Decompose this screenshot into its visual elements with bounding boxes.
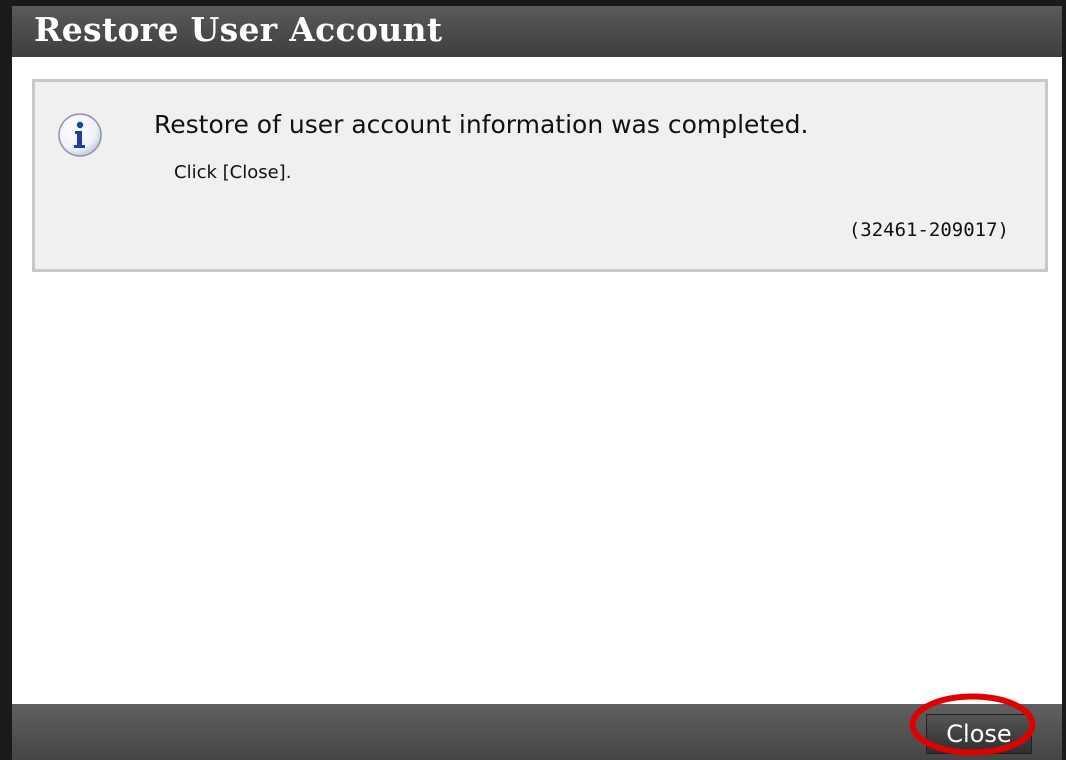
info-icon	[58, 113, 102, 157]
message-instruction-text: Click [Close].	[174, 162, 292, 183]
close-button[interactable]: Close	[926, 714, 1032, 754]
message-panel: Restore of user account information was …	[32, 79, 1048, 272]
dialog-footer: Close	[12, 693, 1062, 760]
dialog-titlebar: Restore User Account	[12, 0, 1062, 57]
restore-user-account-dialog: Restore User Account Restore of user acc…	[0, 0, 1066, 760]
message-code: (32461-209017)	[848, 219, 1009, 241]
message-main-text: Restore of user account information was …	[154, 110, 809, 139]
dialog-title: Restore User Account	[34, 10, 443, 49]
